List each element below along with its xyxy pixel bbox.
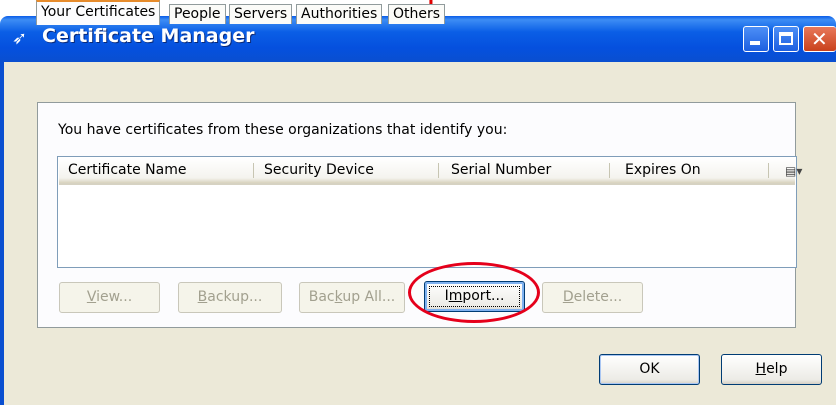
tab-your-certificates[interactable]: Your Certificates — [36, 0, 161, 25]
column-security-device[interactable]: Security Device — [264, 158, 374, 183]
backup-button[interactable]: Backup... — [178, 282, 282, 313]
column-certificate-name[interactable]: Certificate Name — [68, 158, 186, 183]
column-serial-number[interactable]: Serial Number — [451, 158, 551, 183]
ok-button[interactable]: OK — [599, 354, 700, 385]
tab-authorities[interactable]: Authorities — [296, 4, 383, 24]
view-button[interactable]: View... — [59, 282, 160, 313]
backup-label-rest: ackup... — [207, 289, 263, 305]
backup-all-button[interactable]: Backup All... — [299, 282, 405, 313]
tab-others[interactable]: Others — [388, 4, 446, 24]
maximize-icon — [779, 32, 793, 45]
help-accel: H — [755, 361, 767, 377]
close-icon: ✕ — [811, 27, 828, 51]
tab-servers[interactable]: Servers — [229, 4, 293, 24]
backup-all-label-rest: up All... — [342, 289, 396, 305]
maximize-button[interactable] — [773, 26, 799, 52]
backup-all-label-start: Bac — [308, 289, 335, 305]
delete-button[interactable]: Delete... — [542, 282, 643, 313]
panel-description: You have certificates from these organiz… — [58, 122, 508, 138]
minimize-button[interactable] — [743, 26, 769, 52]
delete-label-rest: elete... — [573, 289, 623, 305]
column-divider[interactable] — [768, 163, 769, 178]
certificate-list[interactable]: Certificate Name Security Device Serial … — [57, 156, 802, 268]
column-divider[interactable] — [253, 163, 254, 178]
certificate-manager-icon: ➶ — [12, 28, 28, 49]
close-button[interactable]: ✕ — [803, 26, 836, 52]
backup-accel: B — [197, 289, 208, 305]
help-label-rest: elp — [766, 361, 788, 377]
list-header: Certificate Name Security Device Serial … — [59, 158, 802, 185]
window-title: Certificate Manager — [42, 25, 255, 47]
view-label-rest: iew... — [96, 289, 133, 305]
certificate-manager-window: ↓ ➶ Certificate Manager ✕ Your Certifica… — [0, 0, 836, 405]
minimize-icon — [750, 41, 760, 45]
tab-people[interactable]: People — [169, 4, 226, 24]
column-divider[interactable] — [438, 163, 439, 178]
column-picker-icon[interactable]: ▤▾ — [785, 164, 802, 178]
help-button[interactable]: Help — [721, 354, 822, 385]
delete-accel: D — [562, 289, 574, 305]
view-accel: V — [86, 289, 97, 305]
red-circle-annotation — [408, 262, 540, 323]
column-expires-on[interactable]: Expires On — [625, 158, 701, 183]
column-divider[interactable] — [609, 163, 610, 178]
